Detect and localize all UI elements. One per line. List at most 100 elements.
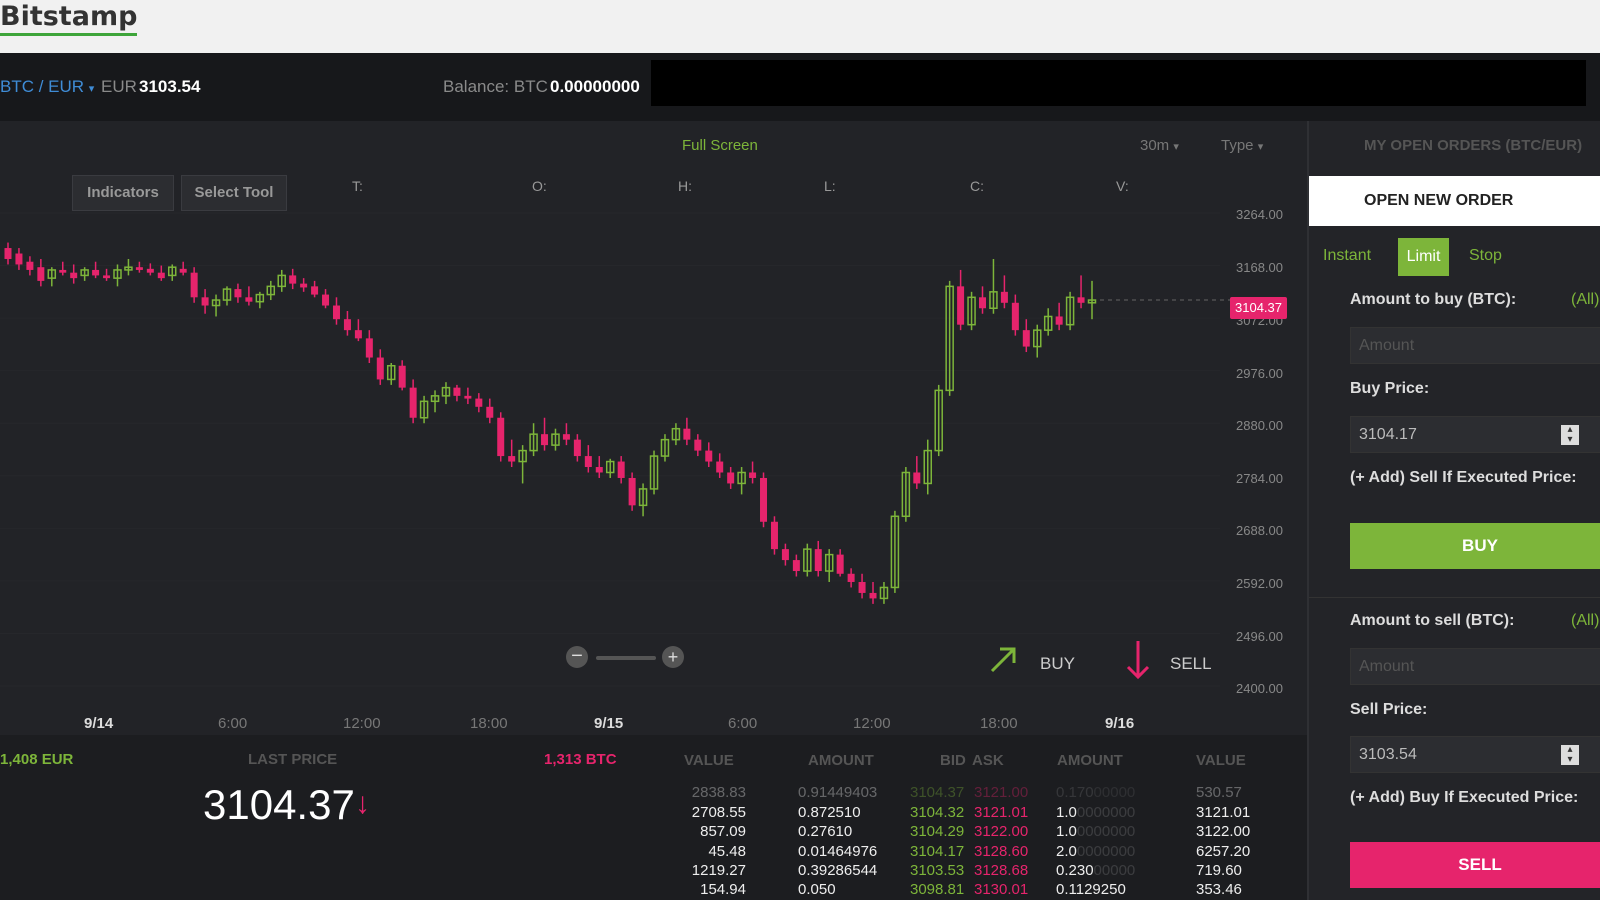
chart-sell-button[interactable]: SELL: [1170, 654, 1212, 674]
y-tick-label: 3264.00: [1236, 207, 1283, 222]
orderbook-header-amount: AMOUNT: [1057, 752, 1123, 769]
zoom-out-button[interactable]: −: [566, 646, 588, 668]
ask-price: 3121.01: [974, 804, 1029, 821]
full-screen-button[interactable]: Full Screen: [682, 137, 758, 154]
candle: [617, 456, 625, 484]
sell-button[interactable]: SELL: [1350, 842, 1600, 888]
chart-type-dropdown[interactable]: Type ▾: [1221, 137, 1263, 154]
ohlc-high-label: H:: [678, 178, 692, 194]
price-stepper-icon[interactable]: ▴ ▾: [1561, 425, 1579, 445]
chevron-down-icon: ▾: [88, 83, 95, 95]
candle: [354, 319, 362, 342]
interval-dropdown[interactable]: 30m ▾: [1140, 137, 1179, 154]
sell-amount-input[interactable]: Amount: [1350, 648, 1600, 685]
ask-price: 3128.68: [974, 862, 1029, 879]
add-sell-if-executed-link[interactable]: (+ Add) Sell If Executed Price:: [1350, 469, 1577, 487]
chart-buy-button[interactable]: BUY: [1040, 654, 1075, 674]
candle: [869, 581, 877, 604]
orderbook-header-ask: ASK: [972, 752, 1004, 769]
orderbook-row[interactable]: 2838.83 0.91449403 3104.37 3121.00 0.170…: [634, 784, 1294, 803]
arrow-down-icon[interactable]: [1124, 639, 1152, 681]
bid-value: 2838.83: [691, 784, 746, 801]
candle: [824, 549, 834, 582]
candle: [70, 264, 78, 284]
candle: [365, 330, 373, 364]
my-open-orders-tab[interactable]: MY OPEN ORDERS (BTC/EUR): [1364, 137, 1582, 154]
candle: [222, 286, 232, 306]
candle: [508, 439, 516, 468]
bid-value: 857.09: [700, 823, 746, 840]
orderbook-row[interactable]: 857.09 0.27610 3104.29 3122.00 1.0000000…: [634, 823, 1294, 842]
y-tick-label: 2496.00: [1236, 629, 1283, 644]
candle-body: [322, 294, 330, 306]
candle: [628, 472, 636, 511]
candle-body: [135, 267, 143, 270]
candle: [497, 412, 505, 462]
candle: [705, 442, 713, 468]
candle-body: [37, 267, 45, 281]
candle: [716, 453, 724, 478]
candle: [967, 291, 976, 331]
tab-instant[interactable]: Instant: [1323, 247, 1371, 265]
sell-price-input[interactable]: 3103.54 ▴ ▾: [1350, 736, 1600, 773]
buy-price-input[interactable]: 3104.17 ▴ ▾: [1350, 416, 1600, 453]
buy-all-link[interactable]: (All): [1571, 291, 1599, 309]
candle-body: [683, 428, 691, 440]
select-tool-button[interactable]: Select Tool: [181, 175, 287, 211]
zoom-slider[interactable]: [596, 656, 656, 660]
candle-body: [913, 472, 921, 484]
buy-button[interactable]: BUY: [1350, 523, 1600, 569]
ask-value: 6257.20: [1196, 843, 1251, 860]
x-tick-label: 9/16: [1105, 715, 1135, 732]
orderbook-row[interactable]: 154.94 0.050 3098.81 3130.01 0.1129250 3…: [634, 881, 1294, 900]
candle: [453, 384, 461, 402]
candle: [419, 395, 429, 424]
y-tick-label: 2976.00: [1236, 366, 1283, 381]
order-panel: MY OPEN ORDERS (BTC/EUR) OPEN NEW ORDER …: [1307, 121, 1600, 900]
orderbook-row[interactable]: 2708.55 0.872510 3104.32 3121.01 1.00000…: [634, 804, 1294, 823]
ohlc-open-label: O:: [532, 178, 547, 194]
sell-price-label: Sell Price:: [1350, 701, 1428, 718]
candle-body: [486, 406, 494, 418]
candle-body: [628, 477, 636, 506]
price-chart[interactable]: Full Screen 30m ▾ Type ▾ Indicators Sele…: [0, 121, 1307, 735]
bitstamp-logo[interactable]: Bitstamp: [0, 2, 138, 36]
candle: [1087, 280, 1097, 320]
orderbook-header-bid: BID: [940, 752, 966, 769]
candle-body: [541, 434, 549, 446]
candle-body: [343, 319, 351, 331]
arrow-up-right-icon[interactable]: [988, 643, 1020, 675]
candle-body: [4, 248, 12, 259]
candle: [59, 261, 67, 276]
candle-body: [289, 275, 297, 284]
candle-body: [508, 456, 516, 462]
bid-amount: 0.91449403: [798, 784, 878, 801]
pair-selector[interactable]: BTC / EUR ▾: [0, 77, 94, 97]
candle-body: [1055, 316, 1063, 325]
open-new-order-tab[interactable]: OPEN NEW ORDER: [1309, 176, 1600, 226]
buy-amount-input[interactable]: Amount: [1350, 327, 1600, 364]
tab-limit[interactable]: Limit: [1398, 238, 1449, 276]
zoom-in-button[interactable]: +: [662, 646, 684, 668]
sell-all-link[interactable]: (All): [1571, 612, 1599, 630]
candle: [1011, 294, 1019, 336]
ask-value: 3121.01: [1196, 804, 1251, 821]
candle: [4, 242, 12, 265]
candle: [901, 467, 911, 522]
add-buy-if-executed-link[interactable]: (+ Add) Buy If Executed Price:: [1350, 789, 1578, 807]
candle-body: [245, 297, 253, 302]
candle: [103, 268, 111, 281]
candle: [814, 540, 822, 577]
bid-amount: 0.39286544: [798, 862, 878, 879]
candle: [255, 291, 265, 309]
ask-value: 353.46: [1196, 881, 1242, 898]
candle: [803, 543, 812, 577]
orderbook-row[interactable]: 1219.27 0.39286544 3103.53 3128.68 0.230…: [634, 862, 1294, 881]
x-tick-label: 18:00: [980, 715, 1018, 732]
indicators-button[interactable]: Indicators: [72, 175, 174, 211]
orderbook-row[interactable]: 45.48 0.01464976 3104.17 3128.60 2.00000…: [634, 843, 1294, 862]
price-stepper-icon[interactable]: ▴ ▾: [1561, 745, 1579, 765]
ask-amount: 1.00000000: [1056, 823, 1135, 840]
tab-stop[interactable]: Stop: [1469, 247, 1502, 265]
candle: [737, 467, 746, 495]
